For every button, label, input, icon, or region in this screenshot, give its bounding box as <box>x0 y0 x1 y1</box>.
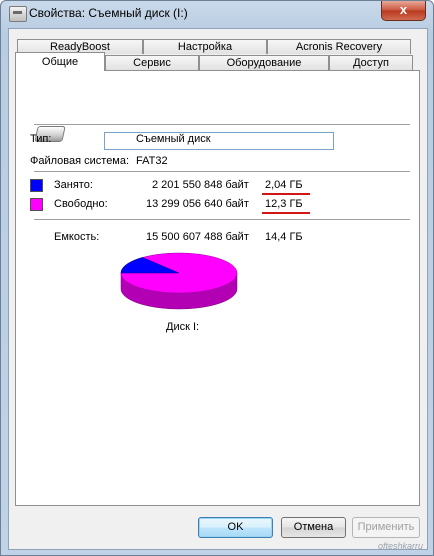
dialog-client: ReadyBoost Настройка Acronis Recovery Об… <box>8 28 428 550</box>
divider <box>34 171 410 172</box>
tab-general[interactable]: Общие <box>15 52 105 71</box>
capacity-gb: 14,4 ГБ <box>265 231 303 243</box>
capacity-label: Емкость: <box>54 231 100 243</box>
free-label: Свободно: <box>54 198 108 210</box>
free-underline <box>262 212 310 214</box>
cancel-button[interactable]: Отмена <box>281 517 346 538</box>
window-title: Свойства: Съемный диск (I:) <box>29 6 188 20</box>
disk-label: Диск I: <box>166 321 200 333</box>
divider <box>34 219 410 220</box>
used-color-swatch <box>30 179 43 192</box>
watermark-text: ofteshkarru <box>378 541 424 551</box>
close-button[interactable]: x <box>381 1 426 21</box>
used-gb: 2,04 ГБ <box>265 179 303 191</box>
general-panel: Тип: Съемный диск Файловая система: FAT3… <box>15 70 420 506</box>
free-bytes: 13 299 056 640 байт <box>146 198 249 210</box>
tab-hardware[interactable]: Оборудование <box>199 55 329 70</box>
used-underline <box>262 193 310 195</box>
free-color-swatch <box>30 198 43 211</box>
disk-usage-pie-chart <box>120 252 238 310</box>
tab-access[interactable]: Доступ <box>329 55 413 70</box>
filesystem-value: FAT32 <box>136 155 168 167</box>
title-bar[interactable]: Свойства: Съемный диск (I:) x <box>1 1 433 27</box>
apply-button[interactable]: Применить <box>352 517 420 538</box>
properties-window: Свойства: Съемный диск (I:) x ReadyBoost… <box>0 0 434 556</box>
tab-service[interactable]: Сервис <box>105 55 199 70</box>
capacity-bytes: 15 500 607 488 байт <box>146 231 249 243</box>
free-gb: 12,3 ГБ <box>265 198 303 210</box>
type-value: Съемный диск <box>136 133 211 145</box>
tab-settings[interactable]: Настройка <box>143 39 267 54</box>
divider <box>34 124 410 125</box>
used-bytes: 2 201 550 848 байт <box>152 179 249 191</box>
filesystem-label: Файловая система: <box>30 155 130 167</box>
ok-button[interactable]: OK <box>198 517 273 538</box>
used-label: Занято: <box>54 179 93 191</box>
type-label: Тип: <box>30 133 52 145</box>
drive-icon <box>9 6 27 22</box>
tab-acronis-recovery[interactable]: Acronis Recovery <box>267 39 411 54</box>
